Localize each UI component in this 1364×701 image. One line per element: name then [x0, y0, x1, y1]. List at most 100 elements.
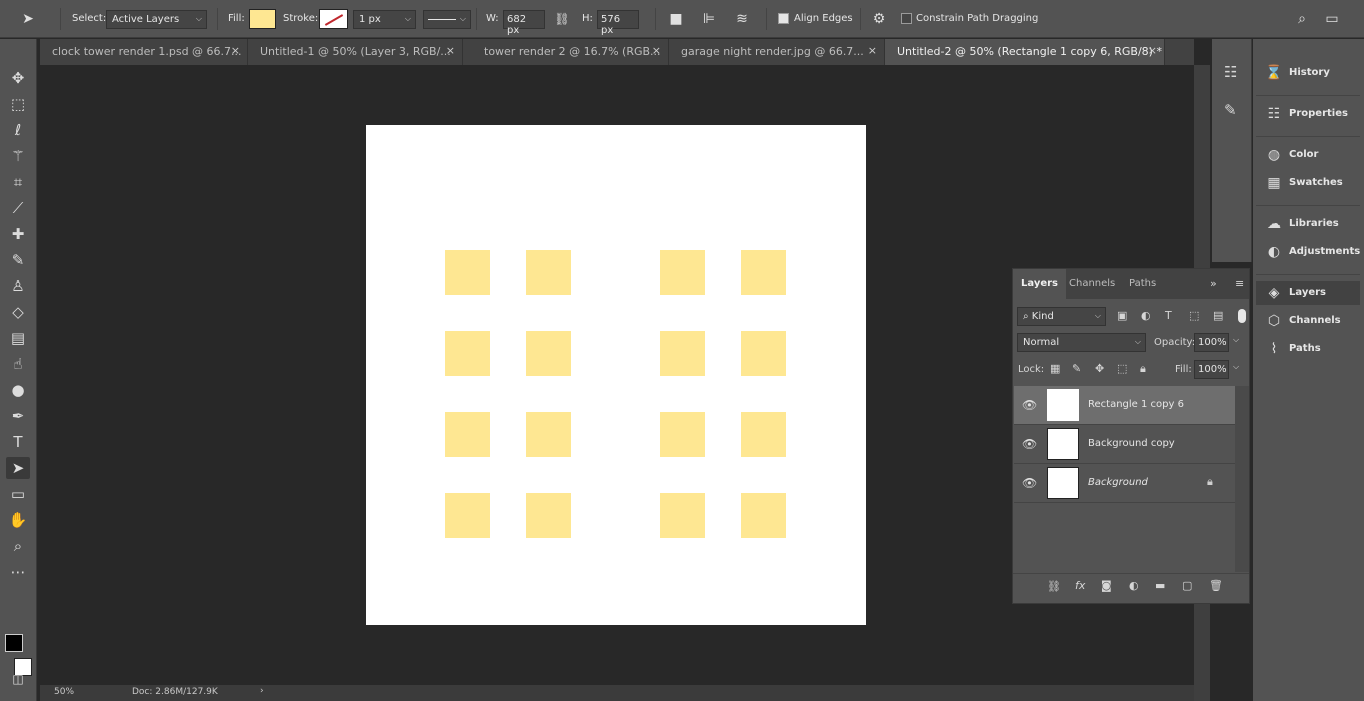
adjustment-filter-icon[interactable]: ◐: [1141, 309, 1151, 322]
panel-libraries[interactable]: ☁ Libraries: [1256, 212, 1360, 236]
width-input[interactable]: 682 px: [503, 10, 545, 36]
yellow-square[interactable]: [445, 412, 490, 457]
yellow-square[interactable]: [526, 331, 571, 376]
doc-size[interactable]: Doc: 2.86M/127.9K: [132, 687, 218, 697]
smudge-tool-icon[interactable]: ☝: [6, 353, 30, 375]
panel-swatches[interactable]: ▦ Swatches: [1256, 171, 1360, 195]
yellow-square[interactable]: [741, 250, 786, 295]
link-layers-icon[interactable]: ⛓: [1047, 580, 1061, 593]
quick-mask-icon[interactable]: ◫: [6, 668, 30, 690]
yellow-square[interactable]: [526, 250, 571, 295]
collapse-icon[interactable]: »: [1210, 277, 1217, 290]
visibility-eye-icon[interactable]: 👁︎: [1022, 398, 1037, 412]
eyedropper-tool-icon[interactable]: ⟋: [6, 197, 30, 219]
new-layer-icon[interactable]: ▢: [1182, 579, 1192, 592]
magic-wand-tool-icon[interactable]: ⚚: [6, 145, 30, 167]
layer-name[interactable]: Rectangle 1 copy 6: [1088, 399, 1184, 410]
document-tab[interactable]: Untitled-1 @ 50% (Layer 3, RGB/... ×: [248, 39, 463, 65]
type-tool-icon[interactable]: T: [6, 431, 30, 453]
close-icon[interactable]: ×: [1148, 44, 1157, 57]
panel-layers[interactable]: ◈ Layers: [1256, 281, 1360, 305]
yellow-square[interactable]: [741, 493, 786, 538]
lasso-tool-icon[interactable]: ℓ: [6, 119, 30, 141]
eraser-tool-icon[interactable]: ◇: [6, 301, 30, 323]
close-icon[interactable]: ×: [652, 44, 661, 57]
hand-tool-icon[interactable]: ✋: [6, 509, 30, 531]
crop-tool-icon[interactable]: ⌗: [6, 171, 30, 193]
chevron-down-icon[interactable]: ⌵: [1233, 335, 1239, 345]
move-tool-icon[interactable]: ✥: [6, 67, 30, 89]
dodge-tool-icon[interactable]: ●: [6, 379, 30, 401]
gear-icon[interactable]: ⚙: [869, 9, 889, 29]
visibility-eye-icon[interactable]: 👁︎: [1022, 476, 1037, 490]
lock-all-icon[interactable]: 🔒︎: [1140, 362, 1146, 376]
align-edges-checkbox[interactable]: [778, 13, 789, 24]
shape-filter-icon[interactable]: ⬚: [1189, 309, 1199, 322]
panel-menu-icon[interactable]: ≡: [1235, 277, 1244, 290]
brush-tool-icon[interactable]: ✎: [6, 249, 30, 271]
yellow-square[interactable]: [660, 412, 705, 457]
yellow-square[interactable]: [526, 412, 571, 457]
yellow-square[interactable]: [445, 331, 490, 376]
lock-icon[interactable]: 🔒︎: [1207, 475, 1213, 489]
lock-artboard-icon[interactable]: ⬚: [1117, 362, 1127, 375]
yellow-square[interactable]: [741, 331, 786, 376]
smart-object-filter-icon[interactable]: ▤: [1213, 309, 1223, 322]
rectangle-tool-icon[interactable]: ▭: [6, 483, 30, 505]
document-tab[interactable]: tower render 2 @ 16.7% (RGB... ×: [472, 39, 669, 65]
close-icon[interactable]: ×: [446, 44, 455, 57]
new-group-icon[interactable]: ▬: [1155, 579, 1165, 592]
trash-icon[interactable]: 🗑︎: [1209, 579, 1223, 592]
type-filter-icon[interactable]: T: [1165, 309, 1172, 322]
yellow-square[interactable]: [660, 493, 705, 538]
height-input[interactable]: 576 px: [597, 10, 639, 36]
layer-thumbnail[interactable]: [1047, 428, 1079, 460]
path-selection-tool-icon[interactable]: ➤: [18, 9, 38, 29]
document-canvas[interactable]: [366, 125, 866, 625]
document-tab[interactable]: Untitled-2 @ 50% (Rectangle 1 copy 6, RG…: [885, 39, 1165, 65]
yellow-square[interactable]: [445, 250, 490, 295]
panel-color[interactable]: ◍ Color: [1256, 143, 1360, 167]
layer-row[interactable]: 👁︎ Background copy: [1014, 425, 1236, 464]
yellow-square[interactable]: [741, 412, 786, 457]
layer-thumbnail[interactable]: [1047, 467, 1079, 499]
layer-row[interactable]: 👁︎ Background 🔒︎: [1014, 464, 1236, 503]
foreground-color-swatch[interactable]: [5, 634, 23, 652]
layer-name[interactable]: Background: [1088, 477, 1148, 488]
close-icon[interactable]: ×: [868, 44, 877, 57]
select-dropdown[interactable]: Active Layers ⌵: [106, 10, 207, 29]
document-tab[interactable]: clock tower render 1.psd @ 66.7... ×: [40, 39, 248, 65]
panel-channels[interactable]: ⬡ Channels: [1256, 309, 1360, 333]
search-icon[interactable]: ⌕: [1292, 9, 1312, 29]
healing-brush-tool-icon[interactable]: ✚: [6, 223, 30, 245]
yellow-square[interactable]: [660, 331, 705, 376]
tab-channels[interactable]: Channels: [1061, 269, 1123, 299]
link-icon[interactable]: ⛓: [552, 9, 572, 29]
chevron-right-icon[interactable]: ›: [260, 686, 264, 696]
panel-adjustments[interactable]: ◐ Adjustments: [1256, 240, 1360, 264]
yellow-square[interactable]: [660, 250, 705, 295]
blend-mode-dropdown[interactable]: Normal ⌵: [1017, 333, 1146, 352]
close-icon[interactable]: ×: [231, 44, 240, 57]
marquee-tool-icon[interactable]: ⬚: [6, 93, 30, 115]
pen-tool-icon[interactable]: ✒: [6, 405, 30, 427]
panel-history[interactable]: ⌛ History: [1256, 61, 1360, 85]
panel-properties[interactable]: ☷ Properties: [1256, 102, 1360, 126]
path-arrangement-icon[interactable]: ≋: [732, 9, 752, 29]
fx-icon[interactable]: fx: [1075, 579, 1085, 592]
properties-panel-icon[interactable]: ☷: [1224, 63, 1237, 81]
path-selection-tool-icon[interactable]: ➤: [6, 457, 30, 479]
clone-stamp-tool-icon[interactable]: ♙: [6, 275, 30, 297]
layer-name[interactable]: Background copy: [1088, 438, 1175, 449]
panel-paths[interactable]: ⌇ Paths: [1256, 337, 1360, 361]
fill-input[interactable]: 100%: [1194, 360, 1229, 379]
new-adjustment-icon[interactable]: ◐: [1129, 579, 1139, 592]
visibility-eye-icon[interactable]: 👁︎: [1022, 437, 1037, 451]
lock-transparent-icon[interactable]: ▦: [1050, 362, 1060, 375]
path-operations-icon[interactable]: ■: [666, 9, 686, 29]
chevron-down-icon[interactable]: ⌵: [1233, 362, 1239, 372]
layer-thumbnail[interactable]: [1047, 389, 1079, 421]
zoom-tool-icon[interactable]: ⌕: [6, 535, 30, 557]
tab-paths[interactable]: Paths: [1121, 269, 1164, 299]
yellow-square[interactable]: [526, 493, 571, 538]
